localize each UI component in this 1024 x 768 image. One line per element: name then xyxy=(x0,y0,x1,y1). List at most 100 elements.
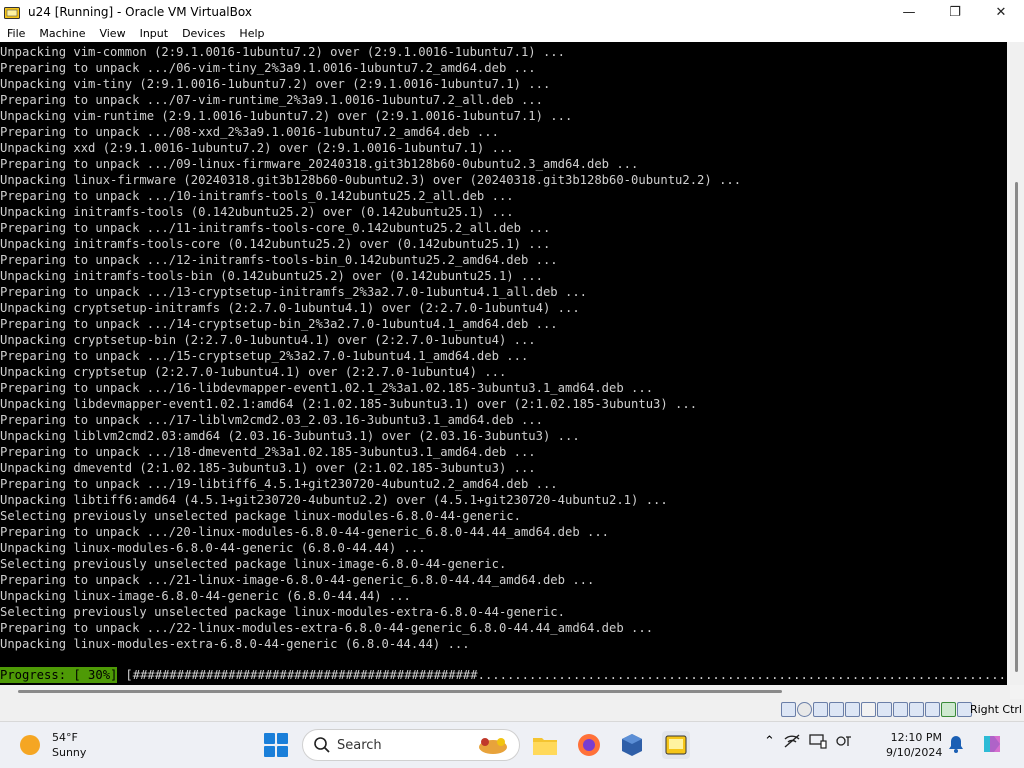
terminal-line: Selecting previously unselected package … xyxy=(0,605,565,619)
terminal-line: Preparing to unpack .../09-linux-firmwar… xyxy=(0,157,639,171)
terminal-line: Unpacking initramfs-tools-core (0.142ubu… xyxy=(0,237,551,251)
windows-logo-tile xyxy=(264,733,275,744)
notification-bell-icon[interactable] xyxy=(948,735,964,757)
terminal-line: Unpacking libdevmapper-event1.02.1:amd64… xyxy=(0,397,698,411)
virtualbox-icon[interactable] xyxy=(618,731,646,759)
terminal-line: Unpacking liblvm2cmd2.03:amd64 (2.03.16-… xyxy=(0,429,580,443)
clock-time: 12:10 PM xyxy=(890,731,942,744)
sun-icon xyxy=(20,735,40,755)
terminal-line: Unpacking vim-common (2:9.1.0016-1ubuntu… xyxy=(0,45,565,59)
terminal-line: Unpacking initramfs-tools (0.142ubuntu25… xyxy=(0,205,514,219)
vm-status-bar: Right Ctrl xyxy=(0,699,1024,721)
shared-folders-icon[interactable] xyxy=(861,702,876,717)
progress-bar: [#######################################… xyxy=(125,668,1007,682)
terminal-line: Preparing to unpack .../14-cryptsetup-bi… xyxy=(0,317,558,331)
terminal-line: Unpacking linux-modules-extra-6.8.0-44-g… xyxy=(0,637,470,651)
terminal-output: Unpacking vim-common (2:9.1.0016-1ubuntu… xyxy=(0,44,741,652)
terminal-line: Preparing to unpack .../17-liblvm2cmd2.0… xyxy=(0,413,543,427)
search-placeholder: Search xyxy=(337,737,382,753)
terminal-line: Unpacking linux-firmware (20240318.git3b… xyxy=(0,173,742,187)
horizontal-scroll-thumb[interactable] xyxy=(18,690,782,693)
usb-icon[interactable] xyxy=(845,702,860,717)
terminal-line: Unpacking vim-tiny (2:9.1.0016-1ubuntu7.… xyxy=(0,77,551,91)
virtualbox-vm-icon xyxy=(4,5,20,19)
terminal-line: Preparing to unpack .../06-vim-tiny_2%3a… xyxy=(0,61,536,75)
horizontal-scrollbar[interactable] xyxy=(0,685,1010,699)
system-tray: ⌃ xyxy=(764,733,853,749)
host-key-label[interactable]: Right Ctrl xyxy=(970,703,1022,716)
menu-input[interactable]: Input xyxy=(133,27,175,40)
progress-row: Progress: [ 30%] [######################… xyxy=(0,667,1007,683)
vertical-scroll-thumb[interactable] xyxy=(1015,182,1018,672)
terminal-line: Unpacking vim-runtime (2:9.1.0016-1ubunt… xyxy=(0,109,573,123)
terminal-line: Selecting previously unselected package … xyxy=(0,509,521,523)
menu-view[interactable]: View xyxy=(92,27,132,40)
menu-help[interactable]: Help xyxy=(232,27,271,40)
taskbar: 54°F Sunny Search ⌃ 12:10 PM 9/10/2024 xyxy=(0,721,1024,768)
firefox-icon[interactable] xyxy=(575,731,603,759)
windows-logo-tile xyxy=(277,746,288,757)
terminal-line: Preparing to unpack .../19-libtiff6_4.5.… xyxy=(0,477,558,491)
menu-bar: File Machine View Input Devices Help xyxy=(0,24,1024,42)
terminal-line: Preparing to unpack .../20-linux-modules… xyxy=(0,525,610,539)
terminal-line: Preparing to unpack .../15-cryptsetup_2%… xyxy=(0,349,529,363)
menu-devices[interactable]: Devices xyxy=(175,27,232,40)
search-icon xyxy=(314,737,330,753)
terminal-line: Preparing to unpack .../07-vim-runtime_2… xyxy=(0,93,543,107)
network-offline-icon[interactable] xyxy=(783,733,801,749)
start-button[interactable] xyxy=(264,733,288,757)
weather-temperature: 54°F xyxy=(52,731,78,744)
hard-disk-icon[interactable] xyxy=(781,702,796,717)
terminal-line: Unpacking linux-image-6.8.0-44-generic (… xyxy=(0,589,411,603)
copilot-icon[interactable] xyxy=(980,732,1004,756)
recording-icon[interactable] xyxy=(893,702,908,717)
taskbar-search[interactable]: Search xyxy=(302,729,520,761)
window-title: u24 [Running] - Oracle VM VirtualBox xyxy=(28,5,252,19)
terminal-line: Preparing to unpack .../10-initramfs-too… xyxy=(0,189,514,203)
display-settings-icon[interactable] xyxy=(809,733,827,749)
mouse-integration-icon[interactable] xyxy=(909,702,924,717)
terminal-line: Preparing to unpack .../22-linux-modules… xyxy=(0,621,654,635)
windows-logo-tile xyxy=(277,733,288,744)
terminal-line: Unpacking dmeventd (2:1.02.185-3ubuntu3.… xyxy=(0,461,536,475)
windows-logo-tile xyxy=(264,746,275,757)
vertical-scrollbar[interactable] xyxy=(1010,42,1024,685)
terminal-line: Preparing to unpack .../11-initramfs-too… xyxy=(0,221,551,235)
title-bar: u24 [Running] - Oracle VM VirtualBox — ❐… xyxy=(0,0,1024,24)
vm-window-taskbar-icon[interactable] xyxy=(662,731,690,759)
terminal-line: Unpacking libtiff6:amd64 (4.5.1+git23072… xyxy=(0,493,668,507)
terminal-line: Unpacking initramfs-tools-bin (0.142ubun… xyxy=(0,269,543,283)
terminal-line: Preparing to unpack .../08-xxd_2%3a9.1.0… xyxy=(0,125,499,139)
terminal-line: Preparing to unpack .../13-cryptsetup-in… xyxy=(0,285,587,299)
progress-label: Progress: [ 30%] xyxy=(0,667,118,683)
vm-display[interactable]: Unpacking vim-common (2:9.1.0016-1ubuntu… xyxy=(0,42,1007,685)
terminal-line: Selecting previously unselected package … xyxy=(0,557,507,571)
weather-condition: Sunny xyxy=(52,746,87,759)
optical-drive-icon[interactable] xyxy=(797,702,812,717)
terminal-line: Unpacking cryptsetup (2:2.7.0-1ubuntu4.1… xyxy=(0,365,507,379)
audio-icon[interactable] xyxy=(813,702,828,717)
menu-file[interactable]: File xyxy=(0,27,32,40)
file-explorer-icon[interactable] xyxy=(531,731,559,759)
close-button[interactable]: ✕ xyxy=(978,0,1024,24)
search-highlight-icon xyxy=(479,738,507,754)
clock[interactable]: 12:10 PM 9/10/2024 xyxy=(886,730,942,760)
terminal-line: Preparing to unpack .../18-dmeventd_2%3a… xyxy=(0,445,536,459)
network-icon[interactable] xyxy=(829,702,844,717)
keyboard-icon[interactable] xyxy=(925,702,940,717)
terminal-line: Unpacking cryptsetup-bin (2:2.7.0-1ubunt… xyxy=(0,333,536,347)
display-icon[interactable] xyxy=(877,702,892,717)
terminal-line: Unpacking cryptsetup-initramfs (2:2.7.0-… xyxy=(0,301,580,315)
clock-date: 9/10/2024 xyxy=(886,746,943,759)
minimize-button[interactable]: — xyxy=(886,0,932,24)
maximize-button[interactable]: ❐ xyxy=(932,0,978,24)
terminal-line: Preparing to unpack .../16-libdevmapper-… xyxy=(0,381,654,395)
language-icon[interactable] xyxy=(835,733,853,749)
terminal-line: Unpacking xxd (2:9.1.0016-1ubuntu7.2) ov… xyxy=(0,141,514,155)
terminal-line: Preparing to unpack .../21-linux-image-6… xyxy=(0,573,595,587)
terminal-line: Preparing to unpack .../12-initramfs-too… xyxy=(0,253,558,267)
weather-widget[interactable]: 54°F Sunny xyxy=(20,730,86,760)
cpu-icon[interactable] xyxy=(941,702,956,717)
chevron-up-icon[interactable]: ⌃ xyxy=(764,734,775,749)
menu-machine[interactable]: Machine xyxy=(32,27,92,40)
